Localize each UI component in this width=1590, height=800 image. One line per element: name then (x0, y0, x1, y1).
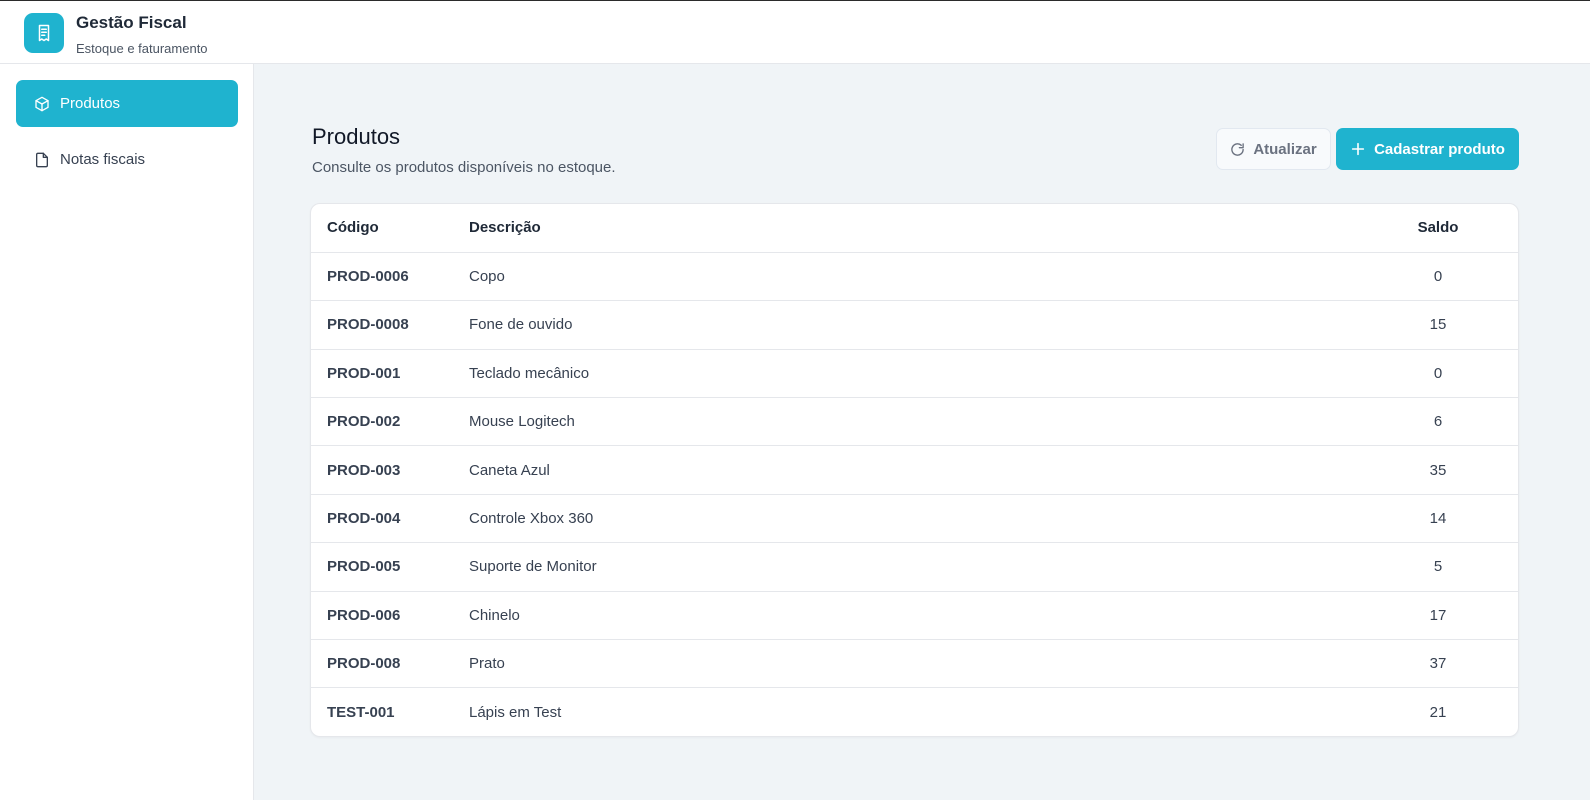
page-title: Produtos (312, 124, 401, 149)
table-row[interactable]: PROD-0006 Copo 0 (311, 252, 1518, 301)
table-row[interactable]: TEST-001 Lápis em Test 21 (311, 688, 1518, 736)
app-title: Gestão Fiscal (76, 13, 187, 32)
cell-balance: 17 (1429, 606, 1447, 624)
cell-code: PROD-001 (327, 364, 401, 382)
table-row[interactable]: PROD-002 Mouse Logitech 6 (311, 398, 1518, 446)
cell-description: Chinelo (469, 606, 520, 624)
add-product-button[interactable]: Cadastrar produto (1336, 128, 1519, 170)
app-header: Gestão Fiscal Estoque e faturamento (0, 0, 1590, 64)
cell-code: PROD-0008 (327, 316, 409, 334)
cell-description: Suporte de Monitor (469, 558, 597, 576)
cell-code: PROD-004 (327, 510, 401, 528)
plus-icon (1350, 141, 1366, 157)
cell-description: Caneta Azul (469, 461, 550, 479)
page-subtitle: Consulte os produtos disponíveis no esto… (312, 159, 616, 176)
cell-balance: 5 (1433, 558, 1443, 576)
cell-code: PROD-0006 (327, 268, 409, 286)
sidebar: Produtos Notas fiscais (0, 64, 254, 800)
cell-description: Controle Xbox 360 (469, 510, 594, 528)
cell-code: PROD-006 (327, 606, 401, 624)
app-root: Gestão Fiscal Estoque e faturamento Prod… (0, 0, 1590, 800)
cell-description: Mouse Logitech (469, 413, 575, 431)
main-content: Produtos Consulte os produtos disponívei… (254, 64, 1590, 800)
table-row[interactable]: PROD-0008 Fone de ouvido 15 (311, 301, 1518, 350)
sidebar-item-produtos[interactable]: Produtos (16, 80, 238, 127)
cell-description: Prato (469, 655, 505, 673)
products-table-card: Código Descrição Saldo PROD-0006 Copo 0 … (310, 203, 1519, 737)
cell-balance: 0 (1433, 364, 1443, 382)
table-row[interactable]: PROD-006 Chinelo 17 (311, 591, 1518, 640)
box-icon (34, 96, 50, 112)
receipt-icon[interactable] (24, 13, 64, 53)
column-header-code: Código (327, 219, 379, 237)
table-row[interactable]: PROD-005 Suporte de Monitor 5 (311, 543, 1518, 592)
sidebar-item-label: Produtos (60, 95, 121, 112)
cell-code: PROD-008 (327, 655, 401, 673)
column-header-balance: Saldo (1417, 219, 1459, 237)
sidebar-item-notas-fiscais[interactable]: Notas fiscais (16, 136, 238, 183)
cell-code: PROD-005 (327, 558, 401, 576)
cell-balance: 35 (1429, 461, 1447, 479)
cell-description: Fone de ouvido (469, 316, 573, 334)
products-table: Código Descrição Saldo PROD-0006 Copo 0 … (311, 204, 1518, 736)
app-subtitle: Estoque e faturamento (76, 41, 208, 56)
sidebar-item-label: Notas fiscais (60, 151, 146, 168)
cell-description: Copo (469, 268, 505, 286)
table-header-row: Código Descrição Saldo (311, 204, 1518, 253)
cell-description: Lápis em Test (469, 703, 562, 721)
cell-balance: 6 (1433, 413, 1443, 431)
cell-balance: 0 (1433, 268, 1443, 286)
cell-balance: 21 (1429, 703, 1447, 721)
cell-balance: 37 (1429, 655, 1447, 673)
table-row[interactable]: PROD-008 Prato 37 (311, 640, 1518, 688)
cell-code: PROD-002 (327, 413, 401, 431)
table-row[interactable]: PROD-001 Teclado mecânico 0 (311, 349, 1518, 398)
file-icon (34, 152, 50, 168)
refresh-icon (1230, 142, 1245, 157)
cell-code: TEST-001 (327, 703, 395, 721)
refresh-label: Atualizar (1253, 140, 1317, 158)
cell-balance: 14 (1429, 510, 1447, 528)
refresh-button[interactable]: Atualizar (1216, 128, 1331, 170)
add-product-label: Cadastrar produto (1374, 140, 1505, 158)
cell-balance: 15 (1429, 316, 1447, 334)
table-row[interactable]: PROD-004 Controle Xbox 360 14 (311, 494, 1518, 543)
table-row[interactable]: PROD-003 Caneta Azul 35 (311, 446, 1518, 495)
cell-code: PROD-003 (327, 461, 401, 479)
column-header-description: Descrição (469, 219, 541, 237)
cell-description: Teclado mecânico (469, 364, 590, 382)
